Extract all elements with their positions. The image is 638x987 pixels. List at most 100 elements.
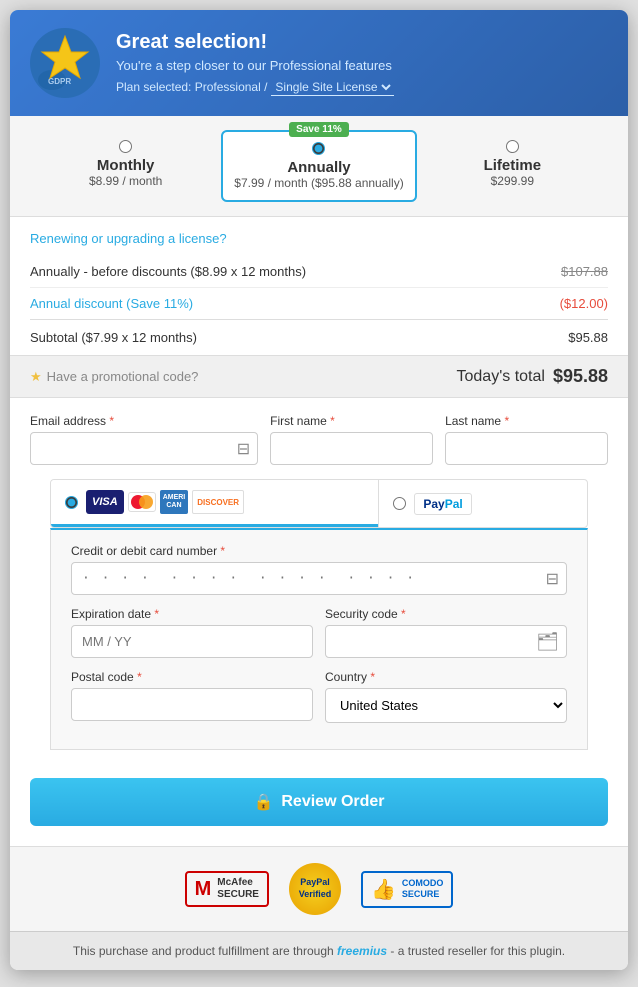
checkout-modal: GDPR Great selection! You're a step clos…: [10, 10, 628, 970]
lock-icon: 🔒: [253, 792, 273, 812]
email-required-marker: *: [109, 414, 114, 428]
plan-label-text: Plan selected: Professional /: [116, 80, 267, 94]
comodo-icon: 👍: [371, 877, 396, 902]
footer: This purchase and product fulfillment ar…: [10, 931, 628, 970]
firstname-input[interactable]: [270, 432, 433, 465]
mastercard-logo: [128, 492, 156, 512]
country-select[interactable]: United States Canada United Kingdom Aust…: [325, 688, 567, 723]
billing-annually-price: $7.99 / month ($95.88 annually): [234, 176, 403, 190]
billing-lifetime-label: Lifetime: [484, 157, 542, 174]
footer-text-end: - a trusted reseller for this plugin.: [390, 944, 565, 958]
trust-badges: M McAfeeSECURE PayPalVerified 👍 COMODOSE…: [10, 846, 628, 931]
paypal-payment-tab[interactable]: PayPal: [378, 480, 587, 527]
before-discount-amount: $107.88: [561, 264, 608, 279]
country-group: Country * United States Canada United Ki…: [325, 670, 567, 723]
personal-info-section: Email address * ⊟ First name * Last name: [10, 398, 628, 465]
security-input-wrapper: 🗂: [325, 625, 567, 658]
paypal-verified-badge: PayPalVerified: [289, 863, 341, 915]
postal-input[interactable]: [71, 688, 313, 721]
paypal-radio[interactable]: [393, 497, 406, 510]
before-discount-label: Annually - before discounts ($8.99 x 12 …: [30, 264, 306, 279]
card-icon: ⊟: [546, 569, 559, 589]
lastname-group: Last name *: [445, 414, 608, 465]
billing-monthly[interactable]: Monthly $8.99 / month: [30, 130, 221, 202]
card-number-group: Credit or debit card number * ⊟: [71, 544, 567, 595]
amex-logo: AMERICAN: [160, 490, 189, 514]
lastname-required-marker: *: [504, 414, 509, 428]
cvv-icon: 🗂: [536, 631, 559, 652]
card-number-input[interactable]: [71, 562, 567, 595]
card-radio[interactable]: [65, 496, 78, 509]
billing-lifetime[interactable]: Lifetime $299.99: [417, 130, 608, 202]
comodo-badge: 👍 COMODOSECURE: [361, 871, 453, 908]
card-number-label: Credit or debit card number *: [71, 544, 567, 558]
billing-annually[interactable]: Save 11% Annually $7.99 / month ($95.88 …: [221, 130, 416, 202]
lastname-label: Last name *: [445, 414, 608, 428]
comodo-text: COMODOSECURE: [402, 878, 444, 900]
discount-row: Annual discount (Save 11%) ($12.00): [30, 287, 608, 319]
billing-annually-radio[interactable]: [312, 142, 325, 155]
subtotal-row: Subtotal ($7.99 x 12 months) $95.88: [30, 319, 608, 355]
freemius-brand: freemius: [337, 944, 387, 958]
header-subtitle: You're a step closer to our Professional…: [116, 58, 394, 73]
card-form: Credit or debit card number * ⊟ Expirati…: [50, 528, 588, 750]
security-input[interactable]: [325, 625, 567, 658]
card-form-wrapper: Credit or debit card number * ⊟ Expirati…: [10, 528, 628, 778]
payment-method-wrapper: VISA AMERICAN DISCOVER PayPal: [10, 479, 628, 528]
save-badge: Save 11%: [289, 122, 349, 137]
billing-lifetime-price: $299.99: [491, 174, 534, 188]
discount-amount: ($12.00): [560, 296, 608, 311]
today-total: Today's total $95.88: [457, 366, 609, 387]
review-order-button[interactable]: 🔒 Review Order: [30, 778, 608, 826]
header-text: Great selection! You're a step closer to…: [116, 31, 394, 96]
expiry-group: Expiration date *: [71, 607, 313, 658]
plan-select[interactable]: Single Site License Up to 5 Sites Up to …: [271, 79, 394, 96]
svg-text:GDPR: GDPR: [48, 77, 71, 86]
paypal-logo: PayPal: [414, 493, 471, 515]
footer-text: This purchase and product fulfillment ar…: [73, 944, 337, 958]
postal-group: Postal code *: [71, 670, 313, 723]
billing-monthly-radio[interactable]: [119, 140, 132, 153]
billing-annually-label: Annually: [287, 159, 350, 176]
billing-monthly-price: $8.99 / month: [89, 174, 162, 188]
email-input-wrapper: ⊟: [30, 432, 258, 465]
discover-logo: DISCOVER: [192, 490, 244, 514]
email-label: Email address *: [30, 414, 258, 428]
firstname-label: First name *: [270, 414, 433, 428]
paypal-verified-text: PayPalVerified: [299, 877, 332, 900]
visa-logo: VISA: [86, 490, 124, 514]
plan-line: Plan selected: Professional / Single Sit…: [116, 79, 394, 96]
lastname-input[interactable]: [445, 432, 608, 465]
billing-lifetime-radio[interactable]: [506, 140, 519, 153]
total-bar: ★ Have a promotional code? Today's total…: [10, 355, 628, 398]
security-code-group: Security code * 🗂: [325, 607, 567, 658]
expiry-label: Expiration date *: [71, 607, 313, 621]
firstname-group: First name *: [270, 414, 433, 465]
card-number-input-wrapper: ⊟: [71, 562, 567, 595]
card-payment-tab[interactable]: VISA AMERICAN DISCOVER: [51, 480, 378, 527]
autofill-icon: ⊟: [237, 439, 250, 459]
mcafee-badge: M McAfeeSECURE: [185, 871, 269, 907]
postal-label: Postal code *: [71, 670, 313, 684]
today-label: Today's total: [457, 368, 545, 386]
promo-link[interactable]: ★ Have a promotional code?: [30, 369, 198, 385]
review-order-label: Review Order: [281, 793, 384, 811]
renew-link[interactable]: Renewing or upgrading a license?: [30, 217, 608, 256]
payment-methods: VISA AMERICAN DISCOVER PayPal: [50, 479, 588, 528]
country-label: Country *: [325, 670, 567, 684]
mcafee-icon: M: [195, 878, 212, 901]
billing-section: Monthly $8.99 / month Save 11% Annually …: [10, 116, 628, 217]
subtotal-label: Subtotal ($7.99 x 12 months): [30, 330, 197, 345]
body-content: Renewing or upgrading a license? Annuall…: [10, 217, 628, 355]
email-input[interactable]: [30, 432, 258, 465]
email-group: Email address * ⊟: [30, 414, 258, 465]
discount-label: Annual discount (Save 11%): [30, 296, 193, 311]
postal-country-row: Postal code * Country * United States Ca…: [71, 670, 567, 723]
card-number-row: Credit or debit card number * ⊟: [71, 544, 567, 595]
billing-monthly-label: Monthly: [97, 157, 155, 174]
card-logos: VISA AMERICAN DISCOVER: [86, 490, 244, 514]
promo-label: Have a promotional code?: [47, 369, 199, 384]
expiry-input[interactable]: [71, 625, 313, 658]
header-title: Great selection!: [116, 31, 394, 54]
security-label: Security code *: [325, 607, 567, 621]
